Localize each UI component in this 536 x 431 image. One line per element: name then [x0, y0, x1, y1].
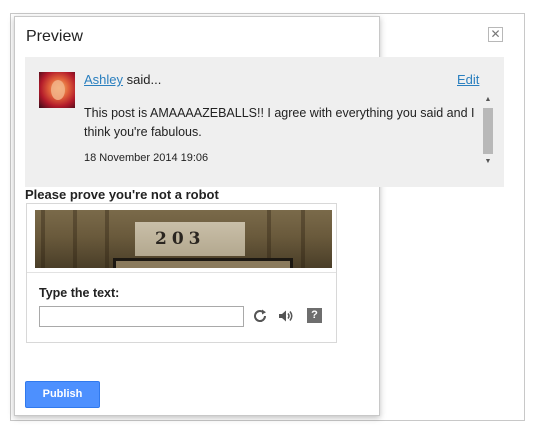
- image-stripe: [301, 210, 305, 268]
- refresh-icon[interactable]: [251, 307, 269, 325]
- captcha-image: 203: [35, 210, 332, 268]
- scroll-down-icon[interactable]: ▼: [482, 157, 494, 167]
- comment-text: This post is AMAAAAZEBALLS!! I agree wit…: [84, 106, 475, 139]
- captcha-widget: 203 Type the text: ?: [26, 203, 337, 343]
- scroll-up-icon[interactable]: ▲: [482, 95, 494, 105]
- comment-preview: Ashley said... Edit This post is AMAAAAZ…: [25, 57, 504, 187]
- dialog-title: Preview: [26, 28, 83, 45]
- speaker-icon[interactable]: [277, 307, 295, 325]
- said-text: said...: [123, 72, 162, 87]
- help-icon[interactable]: ?: [307, 308, 322, 323]
- image-frame: [113, 258, 293, 268]
- image-stripe: [105, 210, 109, 268]
- avatar[interactable]: [39, 72, 75, 108]
- captcha-image-text: 203: [155, 229, 206, 249]
- author-link[interactable]: Ashley: [84, 72, 123, 87]
- comment-date: 18 November 2014 19:06: [84, 152, 209, 164]
- captcha-heading: Please prove you're not a robot: [25, 187, 219, 202]
- image-stripe: [73, 210, 77, 268]
- comment-author-line: Ashley said...: [84, 72, 161, 87]
- comment-scrollbar[interactable]: ▲ ▼: [482, 95, 494, 167]
- scroll-thumb[interactable]: [483, 108, 493, 154]
- publish-button[interactable]: Publish: [25, 381, 100, 408]
- edit-link[interactable]: Edit: [457, 72, 479, 87]
- image-stripe: [41, 210, 45, 268]
- avatar-face: [51, 80, 65, 100]
- captcha-input[interactable]: [39, 306, 244, 327]
- close-icon[interactable]: ✕: [488, 27, 503, 42]
- captcha-divider: [27, 272, 336, 273]
- captcha-type-label: Type the text:: [39, 286, 120, 300]
